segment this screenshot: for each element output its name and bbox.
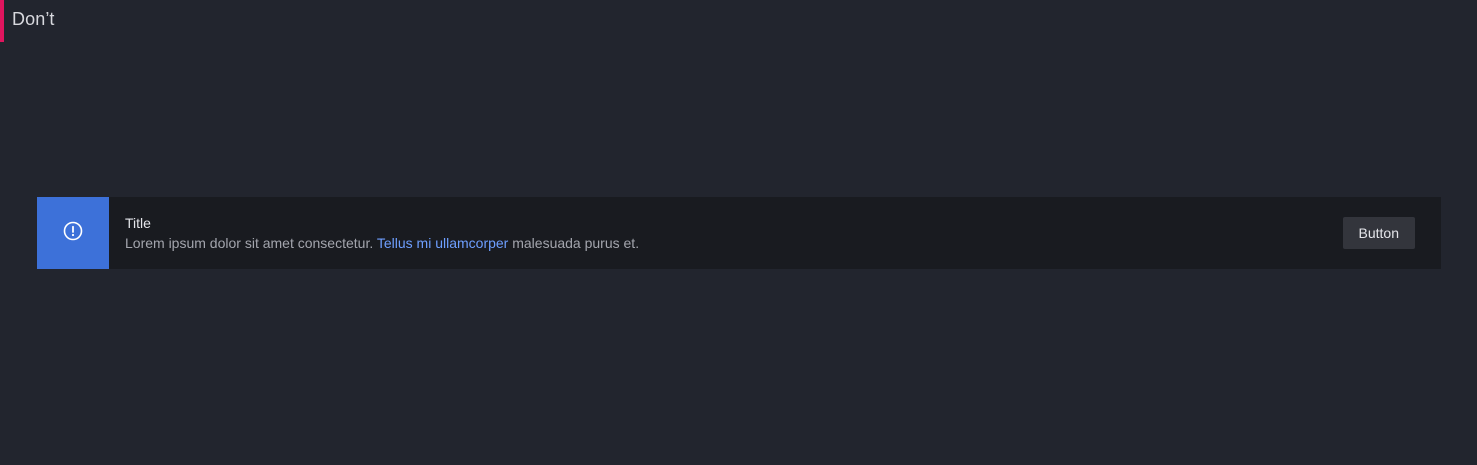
alert-body: Title Lorem ipsum dolor sit amet consect… <box>109 197 1343 269</box>
alert-link[interactable]: Tellus mi ullamcorper <box>377 235 508 251</box>
section-header: Don’t <box>0 0 55 42</box>
section-title: Don’t <box>12 9 55 29</box>
alert-icon-container <box>37 197 109 269</box>
alert-description-text: Lorem ipsum dolor sit amet consectetur. <box>125 235 377 251</box>
alert-description-text-end: malesuada purus et. <box>508 235 640 251</box>
alert-title: Title <box>125 215 151 231</box>
accent-bar <box>0 0 4 42</box>
info-circle-icon <box>62 220 84 247</box>
alert-action-button[interactable]: Button <box>1342 217 1415 249</box>
alert-actions: Button <box>1342 197 1441 269</box>
page: Don’t Title Lorem ipsum dolor sit amet c… <box>0 0 1477 465</box>
alert-description: Lorem ipsum dolor sit amet consectetur. … <box>125 235 1343 251</box>
alert-banner: Title Lorem ipsum dolor sit amet consect… <box>37 197 1441 269</box>
